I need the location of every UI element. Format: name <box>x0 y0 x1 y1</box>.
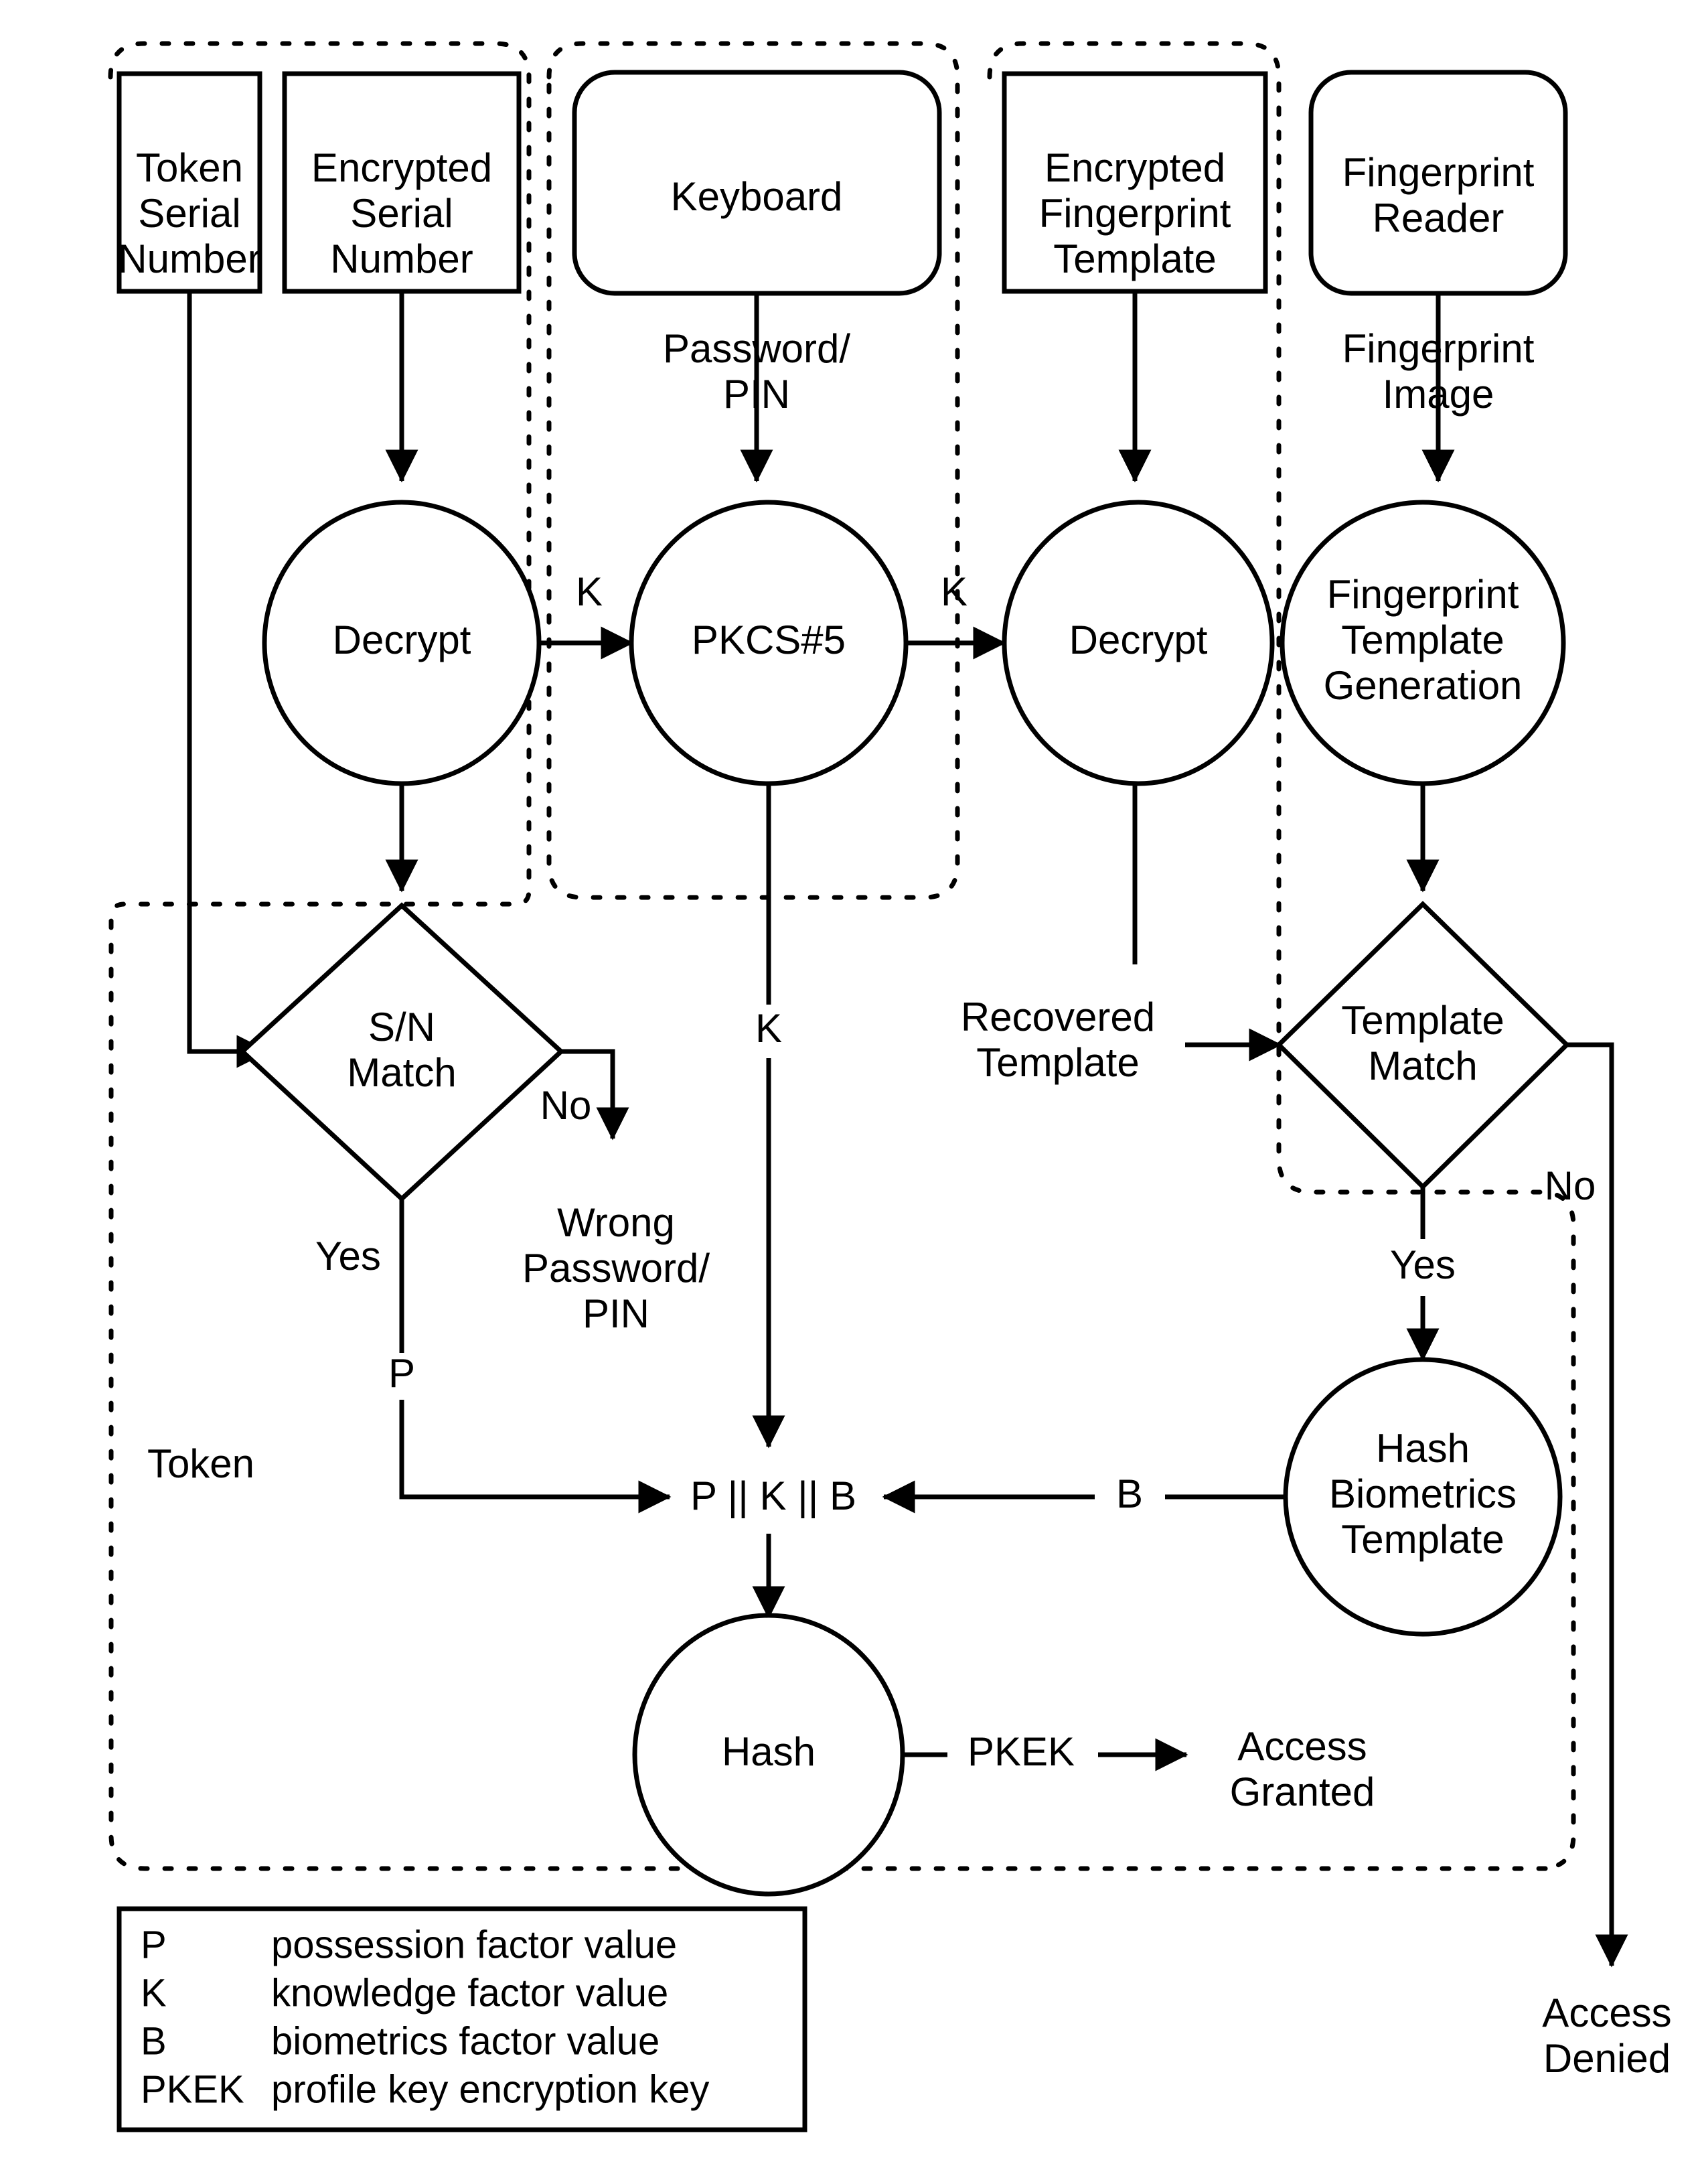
legend-symbol-2: B <box>141 2019 167 2063</box>
template-match-line-1: Template <box>1341 998 1504 1043</box>
label-yes-right: Yes <box>1390 1242 1456 1287</box>
terminal-wrong-password-line-2: Password/ <box>522 1246 710 1291</box>
hash-biometrics-line-2: Biometrics <box>1329 1471 1517 1516</box>
terminal-access-granted-line-2: Granted <box>1230 1769 1375 1814</box>
label-pkek: PKEK <box>968 1729 1075 1774</box>
label-password-pin-line-1: Password/ <box>663 326 850 371</box>
label-no-right: No <box>1545 1163 1596 1208</box>
label-fingerprint-image-line-2: Image <box>1383 372 1494 417</box>
hash-biometrics-line-3: Template <box>1341 1517 1504 1562</box>
legend-description-1: knowledge factor value <box>271 1971 668 2015</box>
pkcs5-label: PKCS#5 <box>692 617 846 662</box>
encrypted-fingerprint-template-line-1: Encrypted <box>1045 145 1225 190</box>
template-match-line-2: Match <box>1368 1043 1477 1088</box>
sn-match-line-2: Match <box>347 1050 456 1095</box>
encrypted-serial-number-line-3: Number <box>330 236 473 281</box>
terminal-access-denied-line-2: Denied <box>1543 2036 1671 2081</box>
decrypt-left-label: Decrypt <box>333 617 471 662</box>
terminal-access-granted-line-1: Access <box>1237 1724 1367 1769</box>
fingerprint-reader-line-1: Fingerprint <box>1342 150 1535 195</box>
terminal-wrong-password-line-3: PIN <box>583 1291 649 1336</box>
label-k-decrypt-to-pkcs5: K <box>576 569 603 614</box>
label-recovered-template-line-1: Recovered <box>961 995 1155 1039</box>
flowchart-svg: Token Serial Number Encrypted Serial Num… <box>108 41 1672 2132</box>
encrypted-serial-number-line-2: Serial <box>350 191 453 236</box>
label-yes-left: Yes <box>315 1234 381 1279</box>
label-k-down: K <box>755 1006 782 1051</box>
label-k-pkcs5-to-decrypt: K <box>941 569 968 614</box>
hash-biometrics-line-1: Hash <box>1376 1426 1470 1471</box>
fingerprint-template-generation-line-3: Generation <box>1324 663 1523 708</box>
label-no-left: No <box>540 1083 592 1128</box>
label-b-right: B <box>1116 1471 1143 1516</box>
fingerprint-template-generation-line-2: Template <box>1341 617 1504 662</box>
fingerprint-reader-line-2: Reader <box>1373 196 1504 240</box>
sn-match-line-1: S/N <box>368 1005 435 1049</box>
token-serial-number-line-3: Number <box>118 236 260 281</box>
legend-description-0: possession factor value <box>271 1923 677 1966</box>
concat-label: P || K || B <box>690 1473 856 1518</box>
legend-description-2: biometrics factor value <box>271 2019 660 2063</box>
decrypt-right-label: Decrypt <box>1069 617 1208 662</box>
legend-symbol-1: K <box>141 1971 167 2015</box>
fingerprint-template-generation-line-1: Fingerprint <box>1327 572 1519 617</box>
diagram-canvas: Token Serial Number Encrypted Serial Num… <box>0 0 1700 2184</box>
keyboard-label: Keyboard <box>671 174 843 219</box>
encrypted-fingerprint-template-line-3: Template <box>1053 236 1216 281</box>
encrypted-serial-number-line-1: Encrypted <box>311 145 492 190</box>
hash-label: Hash <box>722 1729 816 1774</box>
edge-token-serial-to-sn-match <box>187 291 270 1068</box>
legend-symbol-0: P <box>141 1923 167 1966</box>
terminal-access-denied-line-1: Access <box>1542 1990 1671 2035</box>
label-fingerprint-image-line-1: Fingerprint <box>1342 326 1535 371</box>
legend-symbol-3: PKEK <box>141 2067 244 2111</box>
legend-description-3: profile key encryption key <box>271 2067 709 2111</box>
label-password-pin-line-2: PIN <box>723 372 790 417</box>
label-p-left: P <box>388 1351 415 1396</box>
token-serial-number-line-2: Serial <box>138 191 240 236</box>
label-token-group: Token <box>147 1441 254 1486</box>
token-serial-number-line-1: Token <box>136 145 243 190</box>
terminal-wrong-password-line-1: Wrong <box>557 1200 675 1245</box>
label-recovered-template-line-2: Template <box>976 1040 1139 1085</box>
encrypted-fingerprint-template-line-2: Fingerprint <box>1039 191 1231 236</box>
